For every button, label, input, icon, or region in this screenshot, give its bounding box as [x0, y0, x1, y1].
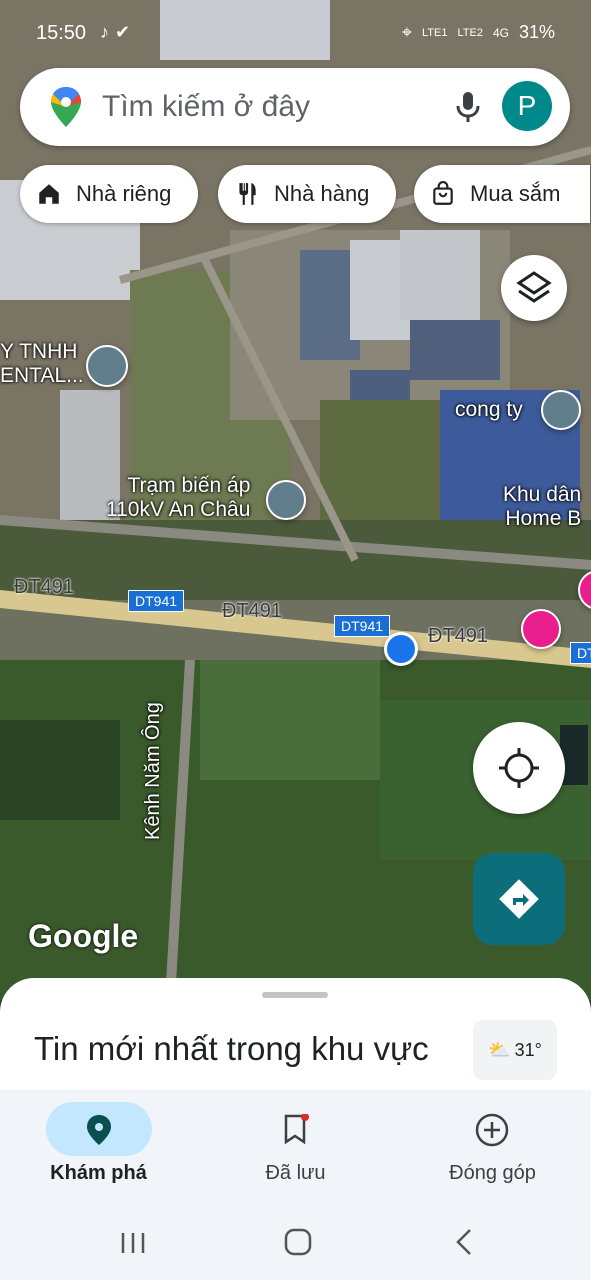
home-icon: [39, 184, 59, 204]
location-icon: ⌖: [401, 22, 412, 42]
layers-button[interactable]: [501, 255, 567, 321]
place-marker-icon[interactable]: [86, 345, 128, 387]
explore-pin-icon: [87, 1115, 111, 1145]
battery-level: 31%: [518, 22, 555, 42]
chip-shopping-label: Mua sắm: [470, 181, 561, 206]
back-icon[interactable]: [450, 1226, 478, 1258]
restaurant-icon: [239, 183, 256, 205]
partly-cloudy-icon: ⛅: [488, 1039, 511, 1060]
nav-saved[interactable]: Đã lưu: [197, 1090, 394, 1210]
road-label: ĐT491: [222, 600, 283, 622]
chip-restaurant-label: Nhà hàng: [274, 181, 370, 206]
status-time: 15:50: [36, 22, 87, 44]
map-view[interactable]: 15:50 ♪✔ ⌖ LTE1 LTE2 4G 31% Tìm kiếm ở đ…: [0, 0, 591, 1000]
system-navigation-bar: [0, 1210, 591, 1280]
map-label-residential[interactable]: Khu dân Home B: [503, 483, 581, 531]
route-badge: DT: [570, 642, 591, 664]
sim2-signal-icon: LTE2: [457, 26, 483, 39]
home-nav-icon[interactable]: [282, 1226, 314, 1258]
chip-home-label: Nhà riêng: [76, 181, 172, 206]
search-input[interactable]: Tìm kiếm ở đây: [102, 90, 310, 124]
map-label-company-right[interactable]: cong ty: [455, 398, 523, 422]
google-logo: Google: [28, 918, 139, 954]
nav-saved-label: Đã lưu: [265, 1162, 326, 1184]
recent-apps-icon[interactable]: [118, 1228, 148, 1258]
avatar[interactable]: P: [502, 81, 552, 131]
road-label: ĐT491: [14, 576, 75, 598]
route-badge: DT941: [128, 590, 185, 612]
nav-contribute[interactable]: Đóng góp: [394, 1090, 591, 1210]
layers-icon: [516, 271, 552, 303]
temperature: 31°: [514, 1039, 542, 1060]
hotel-marker-icon[interactable]: [521, 609, 561, 649]
map-label-company-left[interactable]: Y TNHH ENTAL...: [0, 340, 84, 388]
sheet-drag-handle[interactable]: [262, 992, 328, 998]
crosshair-icon: [499, 748, 539, 788]
bottom-navigation: Khám phá Đã lưu Đóng góp: [0, 1090, 591, 1210]
microphone-icon[interactable]: [452, 90, 484, 124]
road-label: ĐT491: [428, 625, 489, 647]
sim1-signal-icon: LTE1: [421, 26, 448, 39]
map-label-substation[interactable]: Trạm biến áp 110kV An Châu: [106, 474, 250, 522]
weather-chip[interactable]: ⛅ 31°: [473, 1020, 557, 1080]
notification-icons: ♪✔: [100, 22, 137, 42]
shopping-bag-icon: [433, 181, 453, 205]
directions-button[interactable]: [473, 853, 565, 945]
sheet-title: Tin mới nhất trong khu vực: [34, 1030, 429, 1067]
network-type: 4G: [492, 25, 509, 40]
directions-icon: [499, 879, 539, 919]
add-circle-icon: [475, 1113, 509, 1147]
status-bar: 15:50 ♪✔ ⌖ LTE1 LTE2 4G 31%: [0, 0, 591, 64]
google-maps-pin-icon: [51, 87, 81, 127]
nav-contribute-label: Đóng góp: [449, 1162, 536, 1184]
map-label-canal: Kênh Năm Ông: [142, 702, 164, 840]
government-building-icon[interactable]: [266, 480, 306, 520]
chip-restaurant[interactable]: Nhà hàng: [218, 165, 396, 223]
nav-explore-label: Khám phá: [50, 1162, 147, 1184]
route-badge: DT941: [334, 615, 391, 637]
my-location-button[interactable]: [473, 722, 565, 814]
bookmark-icon: [284, 1114, 309, 1145]
chip-home[interactable]: Nhà riêng: [20, 165, 198, 223]
current-location-dot: [384, 632, 418, 666]
search-bar[interactable]: Tìm kiếm ở đây P: [20, 68, 570, 146]
chip-shopping[interactable]: Mua sắm: [414, 165, 590, 223]
place-marker-icon[interactable]: [541, 390, 581, 430]
nav-explore[interactable]: Khám phá: [0, 1090, 197, 1210]
